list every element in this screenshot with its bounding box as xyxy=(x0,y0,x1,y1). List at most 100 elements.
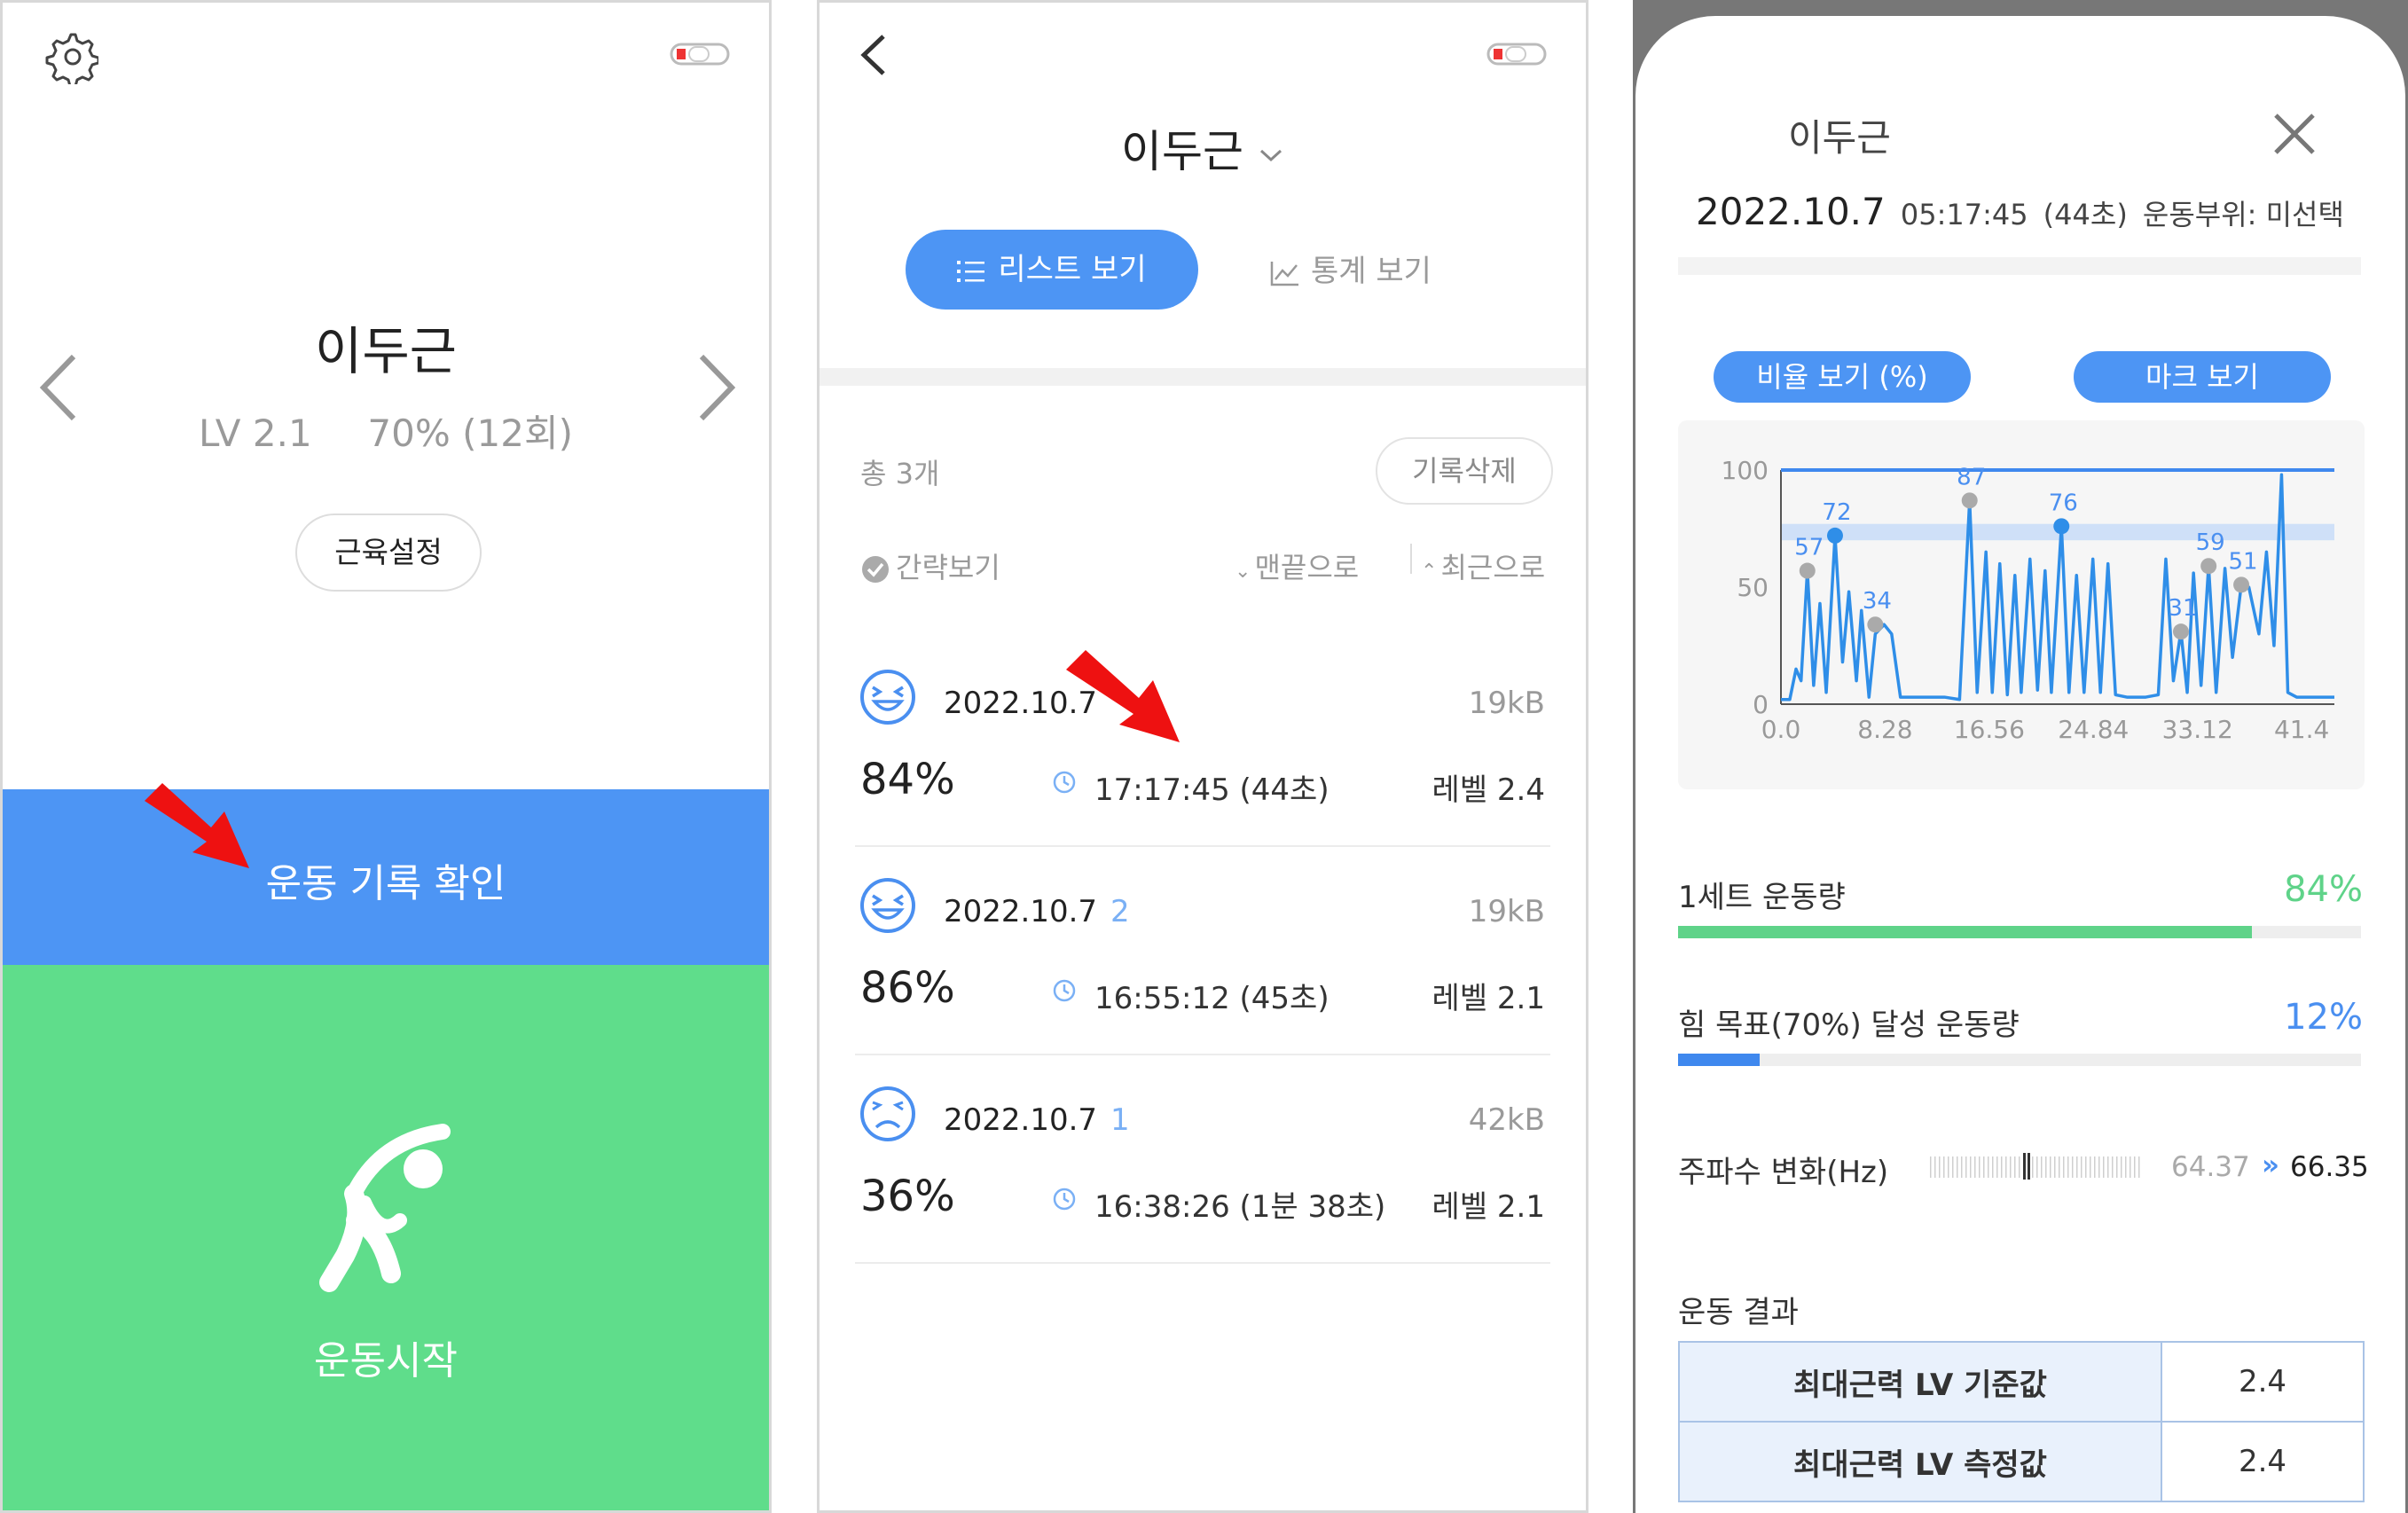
gauge-tick xyxy=(2107,1156,2109,1178)
battery-icon xyxy=(1486,43,1547,66)
muscle-selector[interactable]: 이두근 xyxy=(820,116,1586,180)
record-item[interactable]: 2022.10.7 2 19kB 86% 16:55:12 (45초) 레벨 2… xyxy=(820,867,1586,1071)
gauge-tick xyxy=(1952,1156,1954,1178)
sort-newest-label: 최근으로 xyxy=(1440,551,1546,584)
record-level: 레벨 2.1 xyxy=(1431,1189,1545,1225)
delete-records-button[interactable]: 기록삭제 xyxy=(1376,437,1553,505)
data-point-label: 51 xyxy=(2229,548,2258,575)
clock-icon xyxy=(1053,979,1076,1002)
goal-volume-label: 힘 목표(70%) 달성 운동량 xyxy=(1678,1007,2020,1043)
detail-meta: 2022.10.7 05:17:45 (44초) 운동부위: 미선택 xyxy=(1696,190,2344,233)
gauge-tick xyxy=(1965,1156,1967,1178)
gauge-tick xyxy=(1939,1156,1941,1178)
record-item[interactable]: 2022.10.7 19kB 84% 17:17:45 (44초) 레벨 2.4 xyxy=(820,659,1586,863)
section-divider xyxy=(1678,257,2361,275)
gauge-tick xyxy=(1948,1156,1949,1178)
result-value: 2.4 xyxy=(2161,1341,2365,1423)
gauge-tick xyxy=(2010,1156,2012,1178)
muscle-selector-label: 이두근 xyxy=(1121,126,1244,177)
sort-oldest-button[interactable]: ⌄ 맨끝으로 xyxy=(1235,545,1359,586)
clock-icon xyxy=(1053,771,1076,794)
laughing-face-icon xyxy=(860,878,915,933)
goal-volume-bar-fill xyxy=(1678,1054,1761,1066)
start-exercise-label: 운동시작 xyxy=(314,1338,458,1384)
gauge-tick xyxy=(1957,1156,1958,1178)
row-divider xyxy=(855,1262,1550,1264)
gauge-tick xyxy=(2036,1156,2038,1178)
gauge-tick xyxy=(2059,1156,2060,1178)
gauge-tick xyxy=(2138,1156,2140,1178)
gauge-tick xyxy=(1988,1156,1989,1178)
set-volume-value: 84% xyxy=(2284,869,2363,910)
gauge-tick xyxy=(1992,1156,1994,1178)
detail-duration: (44초) xyxy=(2043,198,2128,231)
mark-view-button[interactable]: 마크 보기 xyxy=(2074,351,2331,403)
red-arrow-icon xyxy=(145,783,249,868)
gauge-tick xyxy=(2045,1156,2047,1178)
close-icon[interactable] xyxy=(2271,110,2318,158)
gauge-tick xyxy=(2076,1156,2078,1178)
emg-chart: 1005000.0 8.28 16.56 24.84 33.12 41.457723487… xyxy=(1722,456,2334,744)
gear-icon[interactable] xyxy=(43,29,98,84)
gauge-tick xyxy=(2130,1156,2131,1178)
start-exercise-button[interactable]: 운동시작 xyxy=(3,965,769,1510)
records-button-label: 운동 기록 확인 xyxy=(265,861,506,906)
tab-list-label: 리스트 보기 xyxy=(998,252,1147,287)
x-tick-label: 41.4 xyxy=(2274,715,2329,744)
gauge-tick xyxy=(2001,1156,2003,1178)
record-list-screen: 이두근 리스트 보기 통계 보기 총 3개 기록삭제 간략보기 ⌄ 맨끝으로 ⌃ 최… xyxy=(817,0,1588,1513)
data-point-label: 31 xyxy=(2168,595,2197,622)
gauge-tick xyxy=(2050,1156,2051,1178)
frequency-from: 64.37 xyxy=(2171,1151,2250,1183)
gauge-tick xyxy=(1996,1156,1998,1178)
muscle-setting-button[interactable]: 근육설정 xyxy=(295,513,482,592)
gauge-tick xyxy=(1983,1156,1985,1178)
battery-icon xyxy=(670,43,730,66)
tab-list-view[interactable]: 리스트 보기 xyxy=(906,230,1198,310)
gauge-tick xyxy=(2005,1156,2007,1178)
summary-toggle-label: 간략보기 xyxy=(896,551,1000,584)
x-tick-label: 24.84 xyxy=(2058,715,2129,744)
back-icon[interactable] xyxy=(857,33,889,77)
laughing-face-icon xyxy=(860,670,915,725)
sort-newest-button[interactable]: ⌃ 최근으로 xyxy=(1408,545,1545,586)
record-total: 총 3개 xyxy=(860,457,940,490)
record-size: 19kB xyxy=(1468,686,1545,721)
data-point-mark xyxy=(1867,616,1884,633)
frequency-label: 주파수 변화(Hz) xyxy=(1678,1155,1889,1190)
ratio-view-button[interactable]: 비율 보기 (%) xyxy=(1714,351,1971,403)
gauge-tick xyxy=(2098,1156,2100,1178)
result-row: 최대근력 LV 기준값 2.4 xyxy=(1678,1341,2365,1423)
result-title: 운동 결과 xyxy=(1678,1295,1799,1330)
check-circle-icon xyxy=(862,556,889,583)
data-point-mark xyxy=(2053,518,2070,535)
double-chevron-up-icon: ⌃ xyxy=(1421,561,1438,583)
gauge-tick xyxy=(2067,1156,2069,1178)
data-point-label: 57 xyxy=(1794,535,1824,561)
list-icon xyxy=(957,260,985,282)
clock-icon xyxy=(1053,1188,1076,1211)
x-tick-label: 33.12 xyxy=(2162,715,2233,744)
progress-text: 70% (12회) xyxy=(367,412,573,455)
set-volume-bar xyxy=(1678,926,2361,938)
record-size: 19kB xyxy=(1468,894,1545,929)
tab-stats-view[interactable]: 통계 보기 xyxy=(1270,247,1431,290)
level-text: LV 2.1 xyxy=(199,412,312,455)
records-button[interactable]: 운동 기록 확인 xyxy=(3,789,769,965)
gauge-tick xyxy=(2032,1156,2034,1178)
record-level: 레벨 2.4 xyxy=(1431,772,1545,808)
gauge-tick xyxy=(1970,1156,1972,1178)
chart-container: 100 50 0 0.0 8.28 16.56 24.84 33.12 41.4 57 72 34 87… xyxy=(1678,420,2365,789)
muscle-name: 이두근 xyxy=(314,321,458,381)
record-item[interactable]: 2022.10.7 1 42kB 36% 16:38:26 (1분 38초) 레… xyxy=(820,1076,1586,1280)
tab-stats-label: 통계 보기 xyxy=(1311,254,1431,289)
gauge-tick xyxy=(2090,1156,2091,1178)
summary-toggle[interactable]: 간략보기 xyxy=(860,545,1000,586)
gauge-tick xyxy=(2121,1156,2122,1178)
result-label: 최대근력 LV 기준값 xyxy=(1678,1341,2162,1423)
detail-date: 2022.10.7 xyxy=(1696,190,1886,233)
data-point-mark xyxy=(2172,623,2189,640)
line-chart-icon xyxy=(1270,261,1298,286)
gauge-tick xyxy=(2014,1156,2016,1178)
record-size: 42kB xyxy=(1468,1102,1545,1138)
